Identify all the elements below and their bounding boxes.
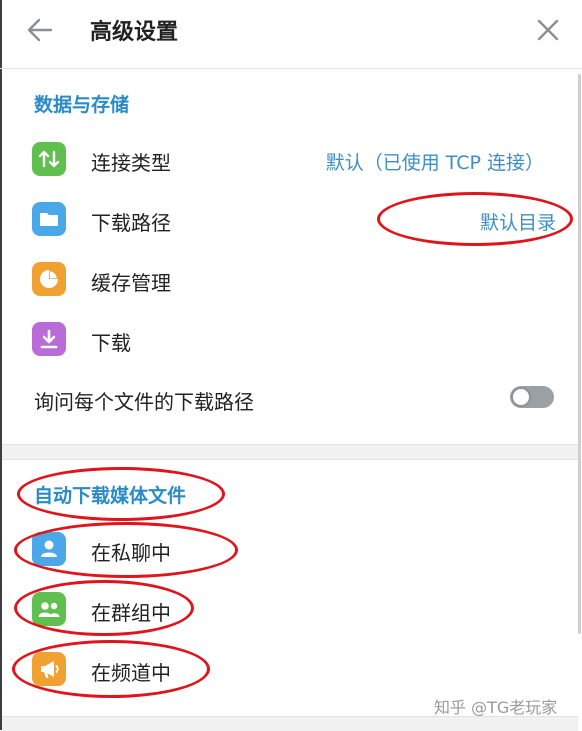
row-label-ask-download-path: 询问每个文件的下载路径: [34, 390, 254, 414]
section-divider: [2, 444, 578, 460]
pie-chart-icon: [32, 262, 66, 296]
toggle-knob: [511, 387, 531, 407]
row-label-connection-type: 连接类型: [91, 151, 171, 175]
section-divider-bottom: [2, 716, 578, 731]
row-label-download-path: 下载路径: [91, 211, 171, 235]
annotation-ellipse-auto-download: [17, 467, 225, 521]
page-title: 高级设置: [90, 20, 179, 45]
swap-vertical-icon: [32, 142, 66, 176]
window-edge: [0, 0, 2, 730]
section-title-data-storage: 数据与存储: [34, 94, 130, 116]
annotation-ellipse-channels: [12, 640, 210, 698]
watermark: 知乎 @TG老玩家: [434, 698, 558, 717]
header: 高级设置: [0, 0, 582, 69]
arrow-left-icon: [27, 18, 53, 42]
annotation-ellipse-private-chats: [14, 522, 238, 578]
row-label-cache-management: 缓存管理: [91, 271, 171, 295]
row-value-connection-type: 默认（已使用 TCP 连接）: [325, 152, 544, 174]
close-icon: [537, 19, 559, 41]
download-icon: [32, 322, 66, 356]
folder-icon: [32, 202, 66, 236]
back-button[interactable]: [22, 12, 58, 48]
annotation-ellipse-download-path: [377, 192, 573, 246]
row-label-downloads: 下载: [91, 331, 131, 355]
ask-download-path-toggle[interactable]: [510, 386, 554, 408]
close-button[interactable]: [530, 12, 566, 48]
annotation-ellipse-groups: [14, 580, 194, 636]
scrollbar[interactable]: [578, 74, 581, 634]
